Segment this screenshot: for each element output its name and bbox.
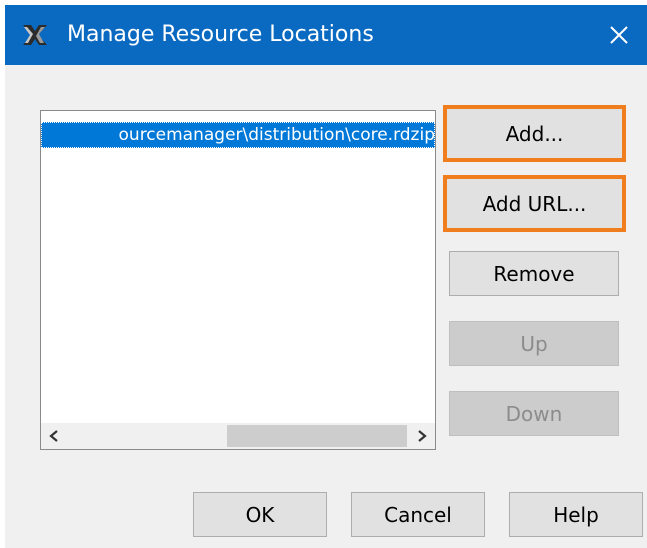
close-icon <box>610 26 628 44</box>
scroll-track[interactable] <box>67 423 409 449</box>
ok-button[interactable]: OK <box>193 492 327 537</box>
resource-location-list[interactable]: ourcemanager\distribution\core.rdzip <box>40 110 436 450</box>
title-bar[interactable]: Manage Resource Locations <box>5 5 647 65</box>
horizontal-scrollbar[interactable] <box>41 423 435 449</box>
window-title: Manage Resource Locations <box>67 22 374 47</box>
remove-button[interactable]: Remove <box>449 251 619 296</box>
close-button[interactable] <box>597 11 641 59</box>
add-url-button[interactable]: Add URL... <box>443 175 626 232</box>
chevron-left-icon <box>49 430 58 442</box>
dialog-body: ourcemanager\distribution\core.rdzip Add… <box>5 65 647 548</box>
scroll-thumb[interactable] <box>227 425 407 447</box>
list-item-label: ourcemanager\distribution\core.rdzip <box>118 125 435 145</box>
up-button[interactable]: Up <box>449 321 619 366</box>
cancel-button[interactable]: Cancel <box>351 492 485 537</box>
add-button[interactable]: Add... <box>443 105 626 162</box>
list-item-core-rdzip[interactable]: ourcemanager\distribution\core.rdzip <box>41 122 435 148</box>
app-icon <box>21 21 49 49</box>
scroll-right-button[interactable] <box>409 423 435 449</box>
down-button[interactable]: Down <box>449 391 619 436</box>
help-button[interactable]: Help <box>509 492 643 537</box>
scroll-left-button[interactable] <box>41 423 67 449</box>
chevron-right-icon <box>418 430 427 442</box>
